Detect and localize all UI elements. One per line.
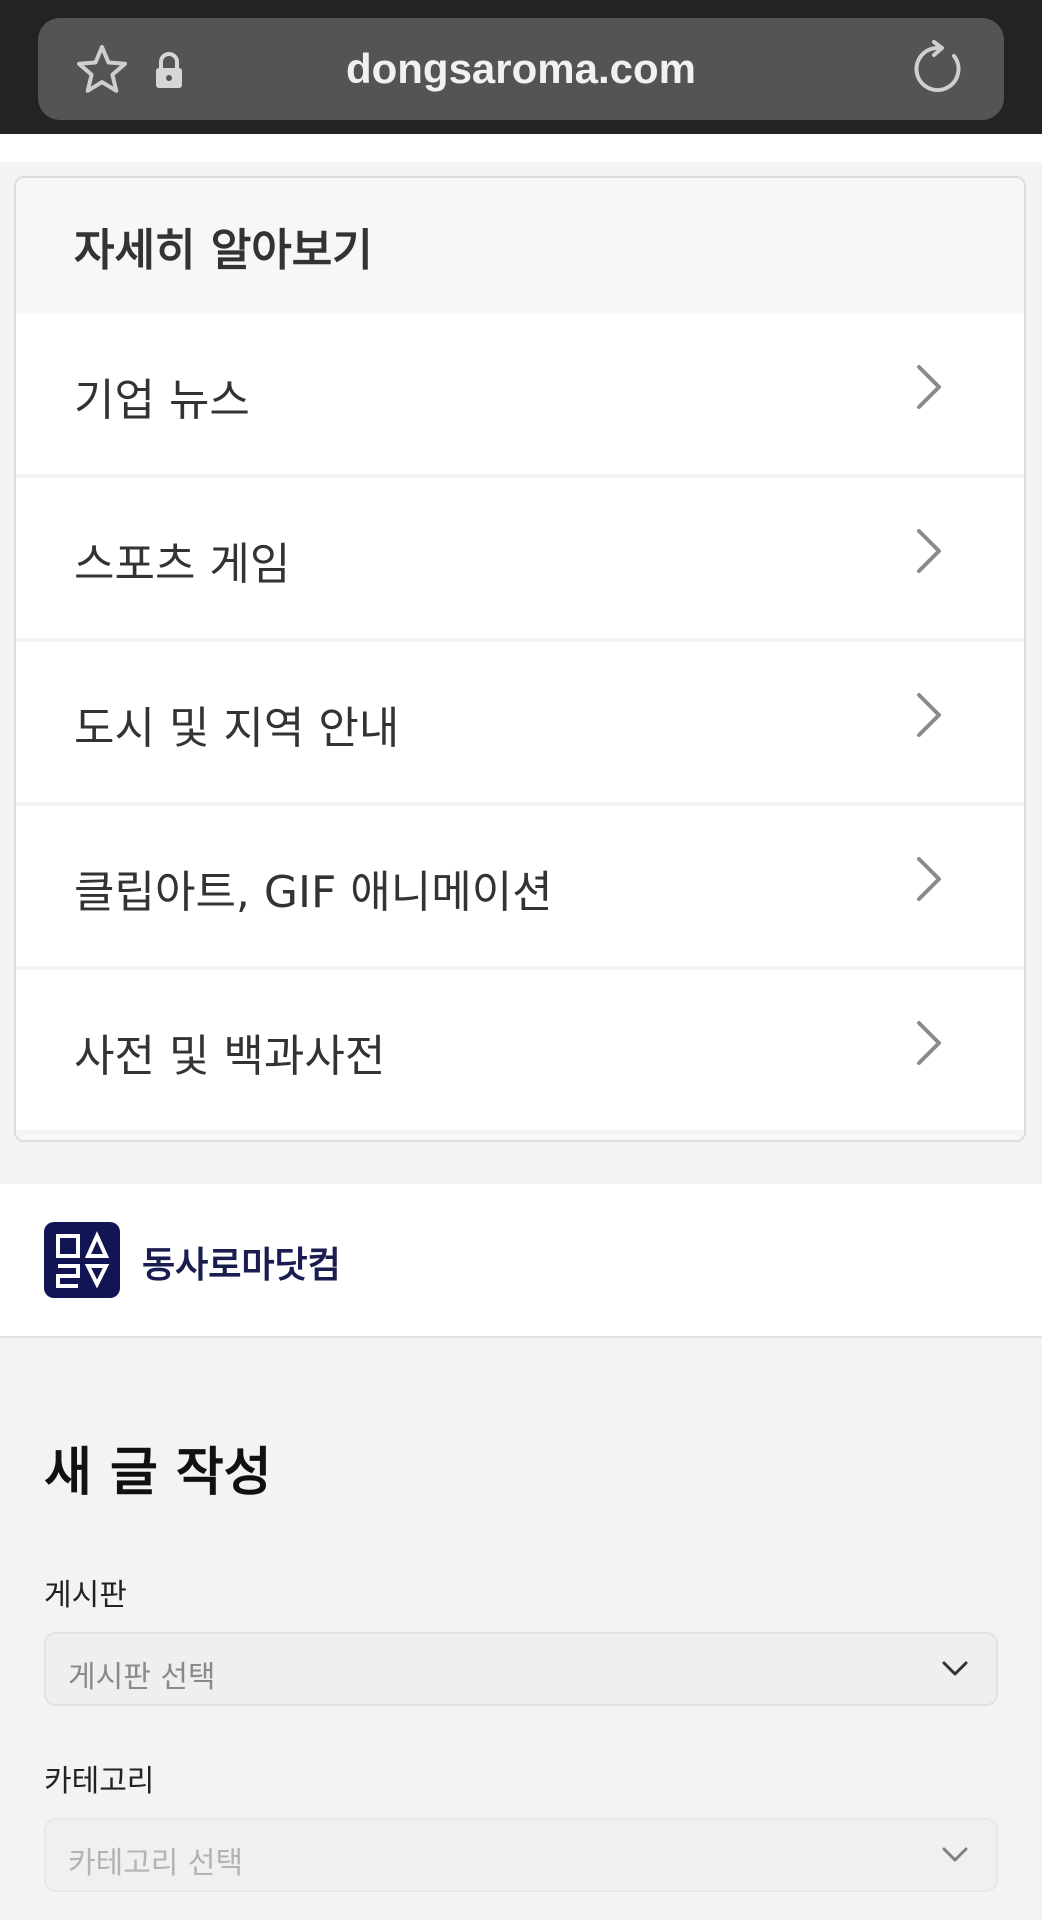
chevron-right-icon [917,693,941,737]
form-title: 새 글 작성 [44,1443,272,1503]
category-select[interactable]: 카테고리 선택 [44,1818,998,1892]
list-item-label: 클립아트, GIF 애니메이션 [74,867,553,918]
list-item-sports-games[interactable]: 스포츠 게임 [16,478,1024,642]
card-header: 자세히 알아보기 [16,178,1024,314]
list-item-label: 사전 및 백과사전 [74,1031,386,1082]
list-item-label: 스포츠 게임 [74,539,291,590]
chevron-right-icon [917,529,941,573]
list-item-corporate-news[interactable]: 기업 뉴스 [16,314,1024,478]
learn-more-card: 자세히 알아보기 기업 뉴스 스포츠 게임 도시 및 지역 안내 클립아트, G… [14,176,1026,1142]
category-label: 카테고리 [44,1764,155,1799]
site-brand-bar[interactable]: 동사로마닷컴 [0,1184,1042,1338]
card-bottom [16,1134,1024,1140]
board-select[interactable]: 게시판 선택 [44,1632,998,1706]
list-item-label: 도시 및 지역 안내 [74,703,400,754]
chevron-right-icon [917,857,941,901]
card-title: 자세히 알아보기 [74,225,373,276]
site-name[interactable]: 동사로마닷컴 [142,1236,341,1288]
list-item-clipart-gif[interactable]: 클립아트, GIF 애니메이션 [16,806,1024,970]
chevron-right-icon [917,1021,941,1065]
browser-toolbar: dongsaroma.com [0,0,1042,134]
site-logo[interactable] [44,1222,120,1298]
page-top-strip [0,134,1042,162]
chevron-right-icon [917,365,941,409]
address-bar[interactable]: dongsaroma.com [38,18,1004,120]
logo-mark-icon [56,1231,110,1289]
board-label: 게시판 [44,1578,127,1613]
url-text[interactable]: dongsaroma.com [38,18,1004,120]
list-item-label: 기업 뉴스 [74,375,250,426]
category-select-placeholder: 카테고리 선택 [68,1846,244,1881]
reload-icon[interactable] [910,40,966,98]
chevron-down-icon [942,1661,968,1676]
list-item-dictionary[interactable]: 사전 및 백과사전 [16,970,1024,1134]
board-select-placeholder: 게시판 선택 [68,1660,216,1695]
list-item-city-guide[interactable]: 도시 및 지역 안내 [16,642,1024,806]
chevron-down-icon [942,1847,968,1862]
